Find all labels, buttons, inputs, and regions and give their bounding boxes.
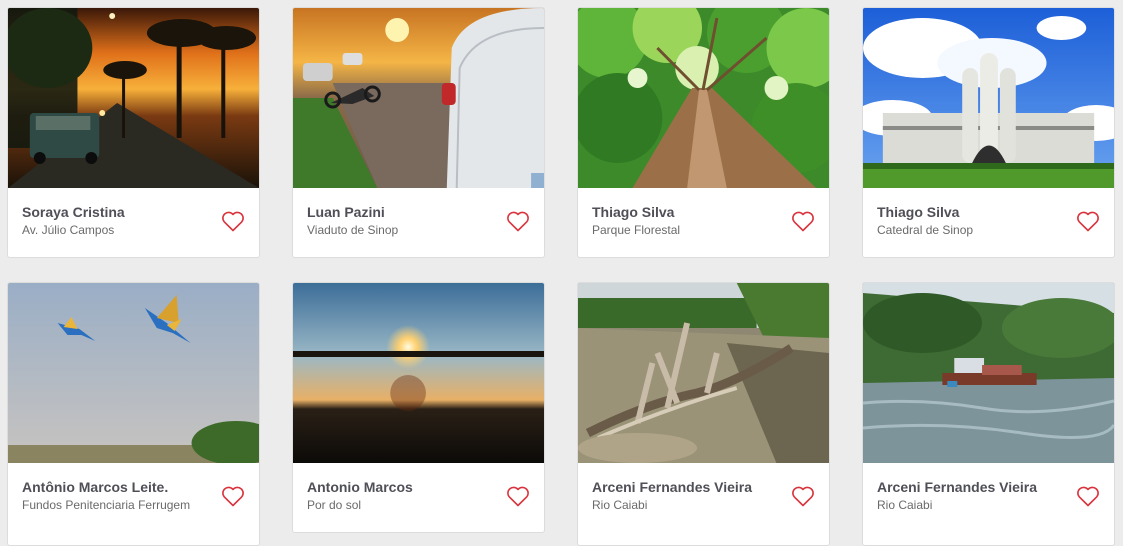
card-info: Arceni Fernandes Vieira Rio Caiabi <box>863 463 1114 514</box>
photo-card[interactable]: Antonio Marcos Por do sol <box>292 282 545 533</box>
photographer-name: Luan Pazini <box>307 204 385 220</box>
heart-icon[interactable] <box>506 485 530 507</box>
photo-forest-tree[interactable] <box>578 8 829 188</box>
photo-card[interactable]: Luan Pazini Viaduto de Sinop <box>292 7 545 258</box>
photographer-name: Arceni Fernandes Vieira <box>877 479 1038 495</box>
photo-sunset-field[interactable] <box>293 283 544 463</box>
location-name: Fundos Penitenciaria Ferrugem <box>22 498 191 512</box>
location-name: Parque Florestal <box>592 223 681 237</box>
location-name: Rio Caiabi <box>877 498 933 512</box>
card-info: Luan Pazini Viaduto de Sinop <box>293 188 544 239</box>
photo-grid: Soraya Cristina Av. Júlio Campos Luan Pa… <box>0 0 1123 546</box>
photo-macaws[interactable] <box>8 283 259 463</box>
photographer-name: Thiago Silva <box>592 204 675 220</box>
location-name: Por do sol <box>307 498 362 512</box>
photo-card[interactable]: Antônio Marcos Leite. Fundos Penitenciar… <box>7 282 260 546</box>
photo-river-driftwood[interactable] <box>578 283 829 463</box>
photo-card[interactable]: Thiago Silva Catedral de Sinop <box>862 7 1115 258</box>
heart-icon[interactable] <box>506 210 530 232</box>
card-info: Soraya Cristina Av. Júlio Campos <box>8 188 259 239</box>
card-info: Thiago Silva Parque Florestal <box>578 188 829 239</box>
photo-sunset-avenue[interactable] <box>8 8 259 188</box>
location-name: Av. Júlio Campos <box>22 223 115 237</box>
card-info: Antônio Marcos Leite. Fundos Penitenciar… <box>8 463 259 514</box>
photo-card[interactable]: Thiago Silva Parque Florestal <box>577 7 830 258</box>
location-name: Catedral de Sinop <box>877 223 974 237</box>
photographer-name: Antonio Marcos <box>307 479 413 495</box>
photographer-name: Soraya Cristina <box>22 204 125 220</box>
photo-card[interactable]: Arceni Fernandes Vieira Rio Caiabi <box>577 282 830 546</box>
heart-icon[interactable] <box>221 210 245 232</box>
heart-icon[interactable] <box>791 210 815 232</box>
heart-icon[interactable] <box>791 485 815 507</box>
heart-icon[interactable] <box>1076 485 1100 507</box>
card-info: Antonio Marcos Por do sol <box>293 463 544 514</box>
photo-viaduct-sunset[interactable] <box>293 8 544 188</box>
photographer-name: Antônio Marcos Leite. <box>22 479 169 495</box>
card-info: Arceni Fernandes Vieira Rio Caiabi <box>578 463 829 514</box>
photographer-name: Thiago Silva <box>877 204 960 220</box>
photo-card[interactable]: Arceni Fernandes Vieira Rio Caiabi <box>862 282 1115 546</box>
card-info: Thiago Silva Catedral de Sinop <box>863 188 1114 239</box>
photo-river-dredge[interactable] <box>863 283 1114 463</box>
heart-icon[interactable] <box>1076 210 1100 232</box>
location-name: Rio Caiabi <box>592 498 648 512</box>
photo-cathedral[interactable] <box>863 8 1114 188</box>
location-name: Viaduto de Sinop <box>307 223 399 237</box>
heart-icon[interactable] <box>221 485 245 507</box>
photographer-name: Arceni Fernandes Vieira <box>592 479 753 495</box>
photo-card[interactable]: Soraya Cristina Av. Júlio Campos <box>7 7 260 258</box>
